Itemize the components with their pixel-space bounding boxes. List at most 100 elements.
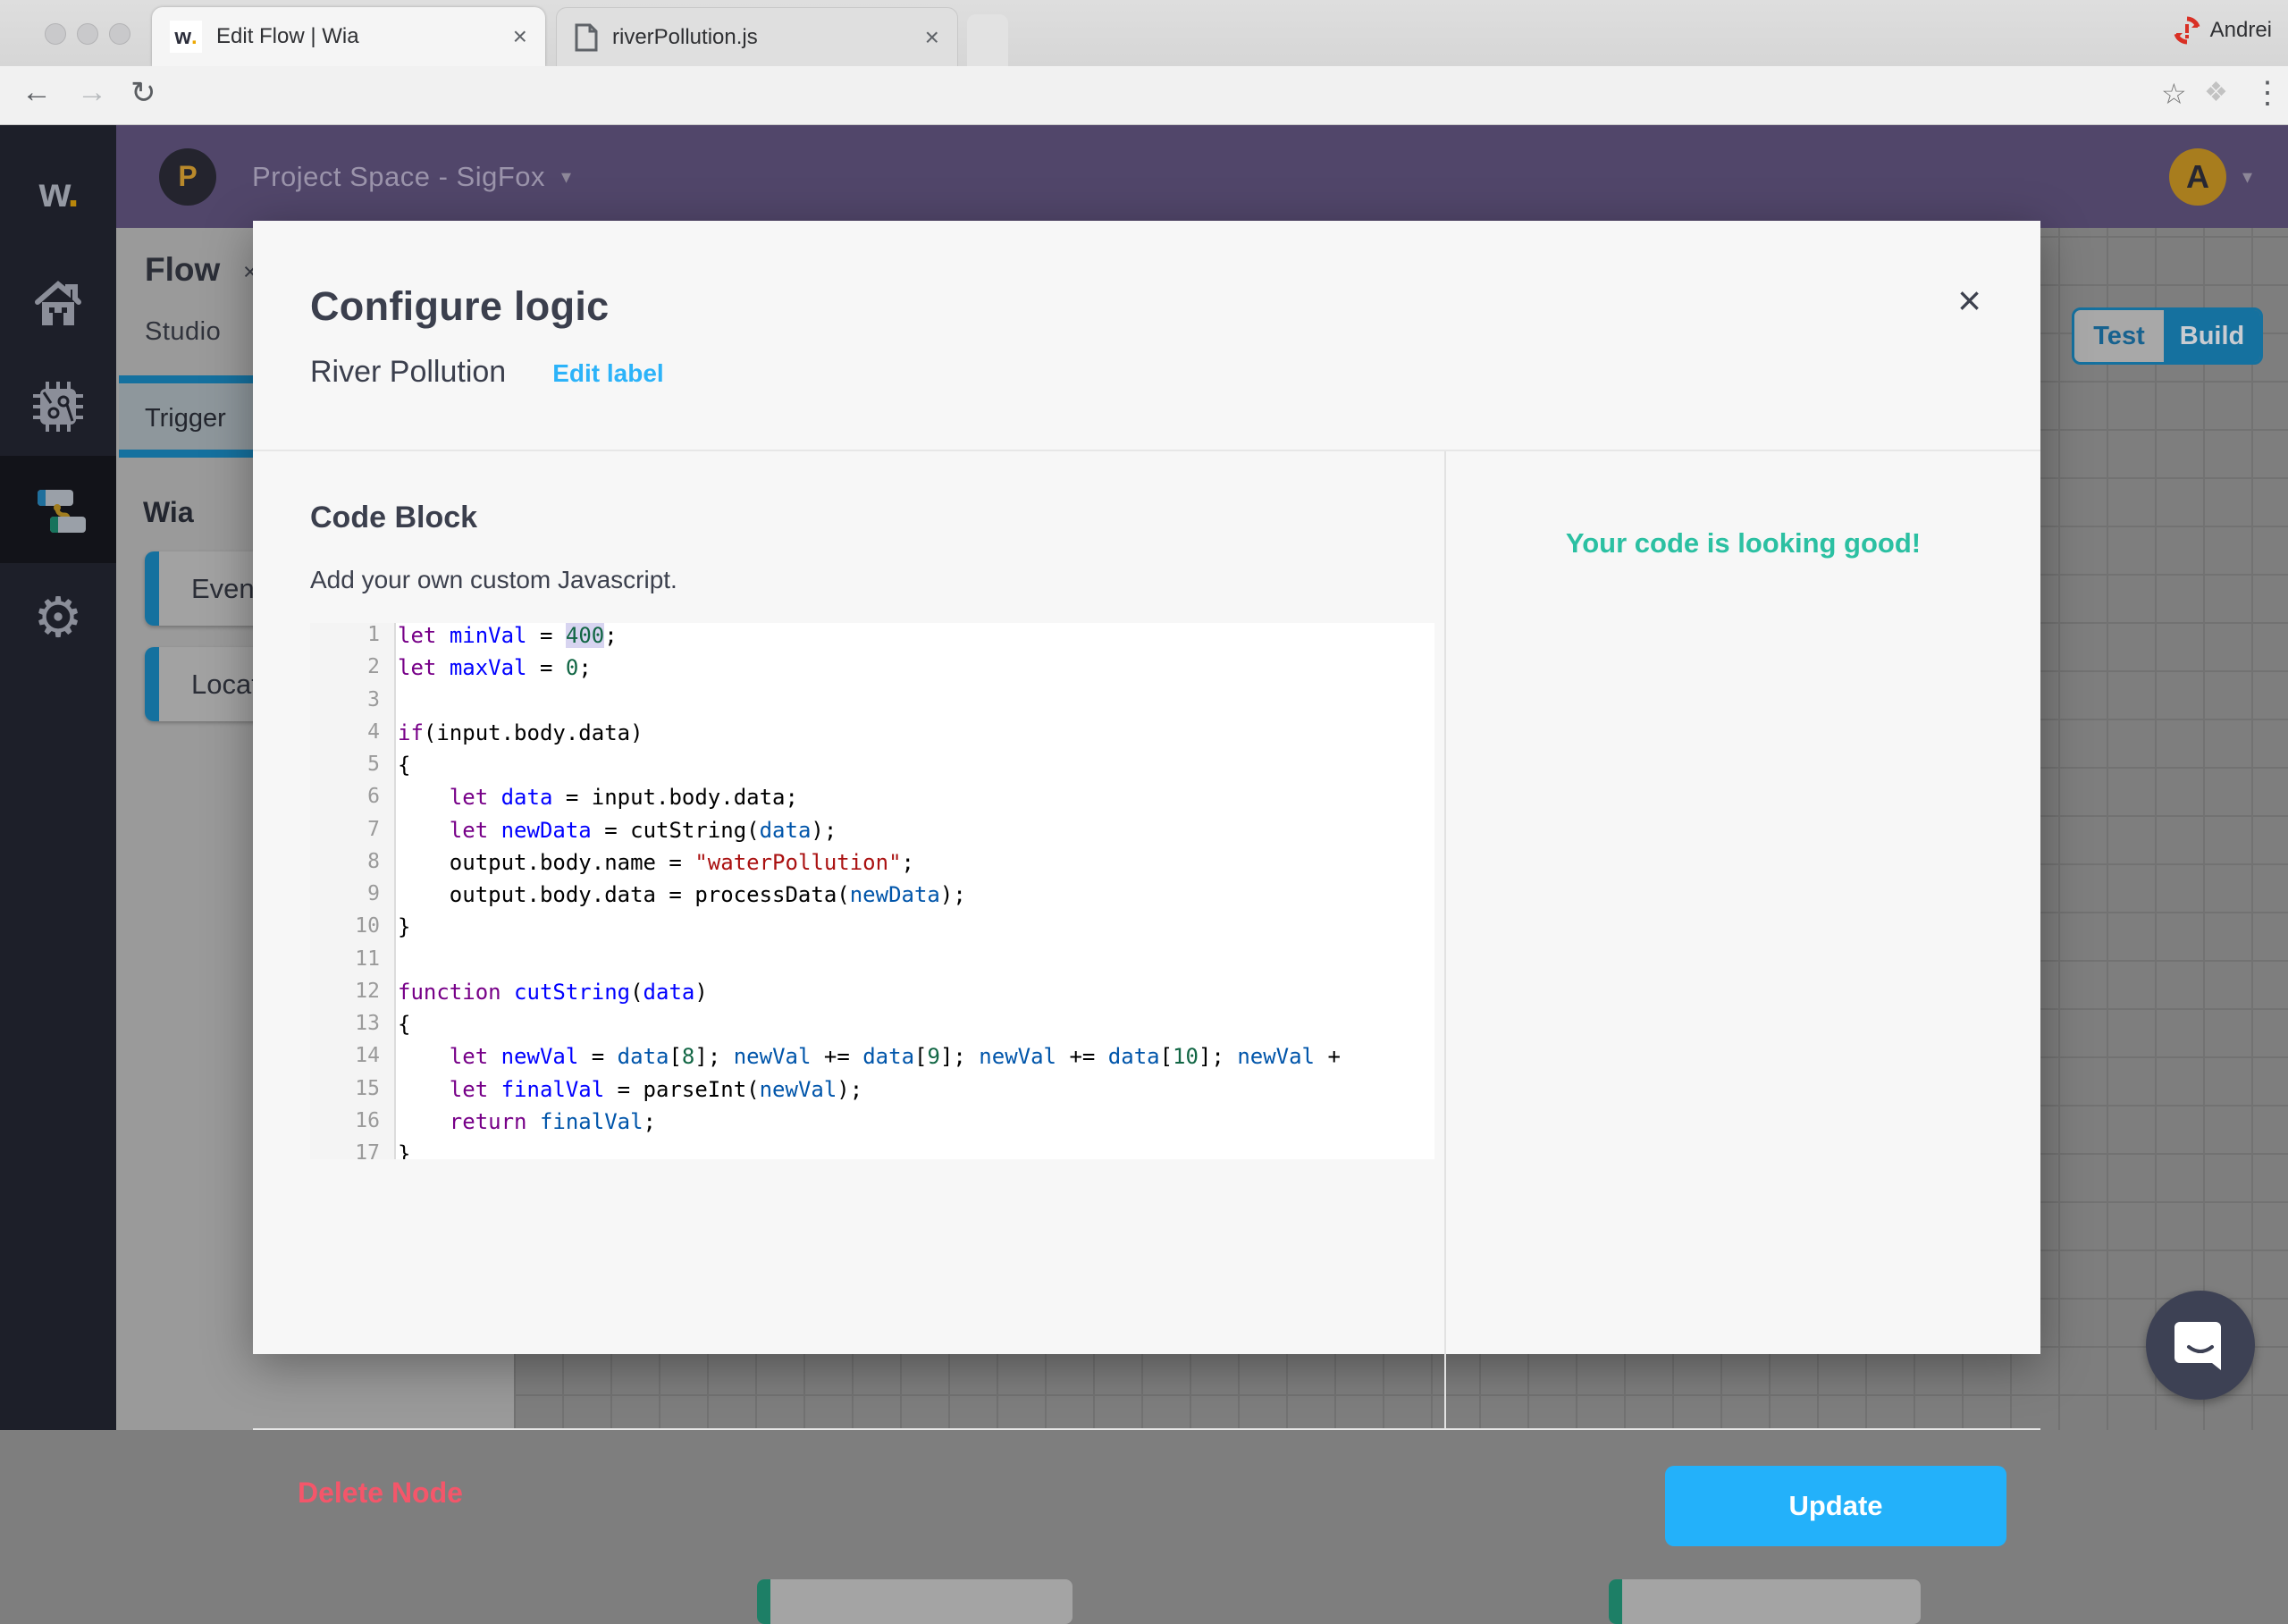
code-line[interactable]: let newData = cutString(data);	[398, 818, 1434, 850]
bookmark-star-icon[interactable]: ☆	[2161, 77, 2187, 111]
code-line[interactable]: let minVal = 400;	[398, 623, 1434, 655]
chat-bubble-icon	[2173, 1318, 2228, 1372]
code-block-subtitle: Add your own custom Javascript.	[310, 566, 677, 594]
edit-label-link[interactable]: Edit label	[552, 359, 663, 388]
line-number: 5	[310, 753, 394, 785]
wia-logo-icon: w.	[39, 168, 78, 216]
extension-icon[interactable]: ❖	[2204, 77, 2228, 108]
tab-title: riverPollution.js	[612, 25, 913, 50]
user-dropdown-icon: ▾	[2242, 165, 2252, 189]
code-line[interactable]: output.body.name = "waterPollution";	[398, 850, 1434, 882]
code-line[interactable]: if(input.body.data)	[398, 720, 1434, 753]
project-dropdown-icon[interactable]: ▾	[561, 165, 571, 189]
document-icon	[575, 23, 598, 52]
wia-favicon-icon: w.	[170, 21, 202, 53]
code-editor[interactable]: 1234567891011121314151617 let minVal = 4…	[310, 623, 1434, 1159]
status-message: Your code is looking good!	[1446, 527, 2040, 560]
line-number: 4	[310, 720, 394, 753]
tab-close-icon[interactable]: ×	[513, 22, 527, 51]
flow-node[interactable]	[1609, 1579, 1921, 1624]
page-title: Flow	[145, 251, 220, 289]
line-number: 8	[310, 850, 394, 882]
code-line[interactable]: let maxVal = 0;	[398, 655, 1434, 687]
code-line[interactable]: output.body.data = processData(newData);	[398, 882, 1434, 914]
flow-icon	[30, 483, 86, 536]
line-number: 2	[310, 655, 394, 687]
line-number: 6	[310, 785, 394, 817]
new-tab-stub[interactable]	[967, 14, 1008, 66]
update-button[interactable]: Update	[1665, 1466, 2006, 1546]
code-line[interactable]	[398, 688, 1434, 720]
sidebar-item-settings[interactable]: ⚙	[0, 568, 116, 666]
project-avatar[interactable]: P	[159, 148, 216, 206]
back-button[interactable]: ←	[21, 75, 52, 110]
node-label: River Pollution	[310, 355, 506, 390]
code-line[interactable]: {	[398, 753, 1434, 785]
app-header: P Project Space - SigFox ▾ A ▾	[116, 125, 2288, 228]
node-cap	[145, 647, 159, 721]
browser-menu-icon[interactable]: ⋮	[2252, 75, 2283, 111]
sidebar-item-flows[interactable]	[0, 456, 116, 563]
tab-title: Edit Flow | Wia	[216, 24, 500, 49]
line-number: 11	[310, 947, 394, 980]
code-block-title: Code Block	[310, 501, 477, 535]
line-number: 13	[310, 1012, 394, 1044]
trigger-tab-label: Trigger	[145, 404, 226, 433]
traffic-light-minimize[interactable]	[77, 23, 98, 45]
editor-code[interactable]: let minVal = 400;let maxVal = 0; if(inpu…	[398, 623, 1434, 1159]
code-line[interactable]: let newVal = data[8]; newVal += data[9];…	[398, 1044, 1434, 1076]
gear-icon: ⚙	[33, 585, 83, 650]
chip-icon	[33, 382, 83, 432]
line-number: 17	[310, 1141, 394, 1159]
code-section: Code Block Add your own custom Javascrip…	[253, 451, 1444, 1430]
browser-profile-chip[interactable]: Andrei	[2173, 16, 2272, 45]
home-icon	[34, 281, 82, 327]
test-button[interactable]: Test	[2074, 310, 2164, 362]
line-number: 14	[310, 1044, 394, 1076]
code-line[interactable]: let data = input.body.data;	[398, 785, 1434, 817]
code-line[interactable]: return finalVal;	[398, 1109, 1434, 1141]
code-line[interactable]: let finalVal = parseInt(newVal);	[398, 1077, 1434, 1109]
line-number: 1	[310, 623, 394, 655]
browser-toolbar: ← → ↻ Secure https://dashboard.wia.io/sp…	[0, 66, 2288, 125]
user-menu[interactable]: A ▾	[2169, 148, 2252, 206]
sidebar-item-devices[interactable]	[0, 358, 116, 456]
sidebar-wia-logo[interactable]: w.	[0, 143, 116, 241]
modal-header: Configure logic River Pollution Edit lab…	[253, 221, 2040, 451]
chat-launcher[interactable]	[2146, 1291, 2255, 1400]
modal-subtitle-row: River Pollution Edit label	[310, 355, 664, 390]
line-number: 9	[310, 882, 394, 914]
code-line[interactable]: }	[398, 914, 1434, 947]
delete-node-button[interactable]: Delete Node	[298, 1477, 463, 1510]
line-number: 3	[310, 688, 394, 720]
line-number: 16	[310, 1109, 394, 1141]
line-number: 10	[310, 914, 394, 947]
code-line[interactable]: function cutString(data)	[398, 980, 1434, 1012]
modal-footer: Delete Node Update	[253, 1430, 2040, 1575]
modal-close-icon[interactable]: ×	[1957, 276, 1981, 324]
code-line[interactable]: {	[398, 1012, 1434, 1044]
browser-tab-inactive[interactable]: riverPollution.js ×	[556, 7, 958, 66]
project-name[interactable]: Project Space - SigFox	[252, 161, 545, 193]
configure-logic-modal: Configure logic River Pollution Edit lab…	[253, 221, 2040, 1354]
code-line[interactable]: }	[398, 1141, 1434, 1159]
forward-button[interactable]: →	[77, 75, 107, 110]
profile-name: Andrei	[2210, 18, 2272, 43]
code-line[interactable]	[398, 947, 1434, 980]
lint-panel: Your code is looking good!	[1444, 451, 2040, 1430]
modal-title: Configure logic	[310, 283, 610, 330]
browser-tab-active[interactable]: w. Edit Flow | Wia ×	[152, 7, 545, 66]
node-cap	[1609, 1579, 1622, 1624]
build-button[interactable]: Build	[2164, 310, 2260, 362]
traffic-light-zoom[interactable]	[109, 23, 130, 45]
sidebar-item-home[interactable]	[0, 255, 116, 353]
tab-close-icon[interactable]: ×	[925, 23, 939, 52]
sync-error-icon	[2173, 16, 2201, 45]
reload-button[interactable]: ↻	[130, 75, 156, 111]
traffic-light-close[interactable]	[45, 23, 66, 45]
modal-body: Code Block Add your own custom Javascrip…	[253, 451, 2040, 1430]
user-avatar: A	[2169, 148, 2226, 206]
flow-node[interactable]	[757, 1579, 1072, 1624]
tab-studio[interactable]: Studio	[145, 317, 221, 347]
browser-tab-strip: w. Edit Flow | Wia × riverPollution.js ×…	[0, 0, 2288, 66]
